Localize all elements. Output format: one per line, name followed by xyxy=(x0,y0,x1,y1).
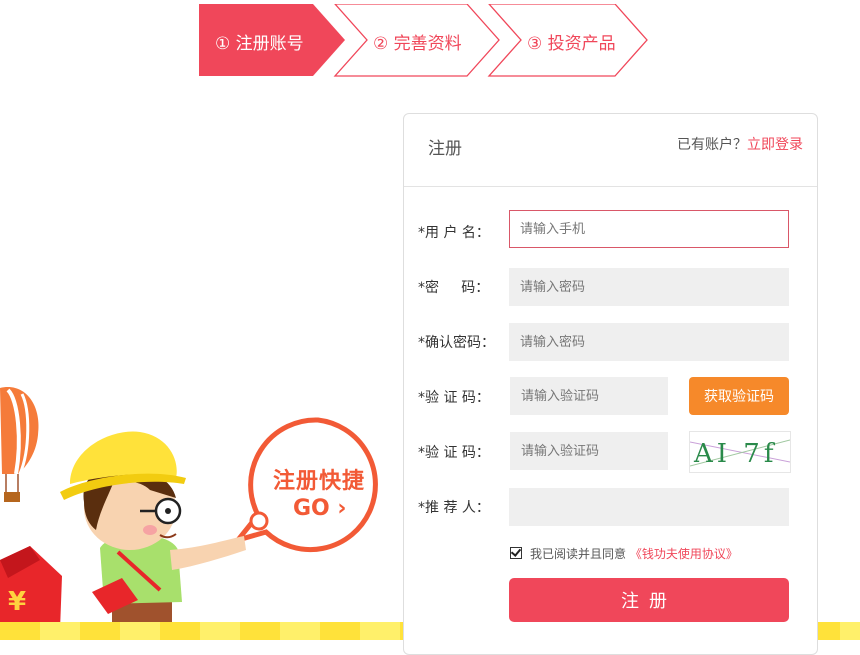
image-code-input[interactable] xyxy=(510,432,668,470)
agreement-row: 我已阅读并且同意 《钱功夫使用协议》 xyxy=(510,545,738,562)
hot-air-balloon-icon xyxy=(0,387,39,502)
has-account-text: 已有账户？ xyxy=(677,137,747,153)
referrer-input[interactable] xyxy=(509,488,789,526)
confirm-password-label: *确认密码： xyxy=(418,335,495,351)
step-progress-bar: ① 注册账号 ② 完善资料 ③ 投资产品 xyxy=(199,4,659,78)
promo-bubble-title: 注册快捷 xyxy=(273,469,366,494)
login-link[interactable]: 立即登录 xyxy=(747,137,803,153)
image-code-label: *验 证 码： xyxy=(418,445,490,461)
cartoon-boy-icon xyxy=(60,431,246,640)
step-1-register-account: ① 注册账号 xyxy=(215,34,304,54)
login-hint: 已有账户？立即登录 xyxy=(677,134,803,154)
promo-bubble-go: GO › xyxy=(293,496,347,521)
panel-title: 注册 xyxy=(428,139,462,159)
agree-text: 我已阅读并且同意 xyxy=(530,547,627,561)
register-submit-button[interactable]: 注册 xyxy=(509,578,789,622)
sms-code-input[interactable] xyxy=(510,377,668,415)
sms-code-label: *验 证 码： xyxy=(418,390,490,406)
svg-text:¥: ¥ xyxy=(8,587,26,617)
username-input[interactable] xyxy=(509,210,789,248)
password-input[interactable] xyxy=(509,268,789,306)
register-panel: 注册 已有账户？立即登录 *用 户 名： *密 码： *确认密码： *验 证 码… xyxy=(403,113,818,655)
protocol-link[interactable]: 《钱功夫使用协议》 xyxy=(630,547,738,561)
step-3-invest-product: ③ 投资产品 xyxy=(527,34,616,54)
confirm-password-input[interactable] xyxy=(509,323,789,361)
panel-header: 注册 已有账户？立即登录 xyxy=(404,114,817,187)
referrer-label: *推 荐 人： xyxy=(418,500,490,516)
captcha-noise-graphic: AI 7f xyxy=(690,439,790,469)
get-sms-code-button[interactable]: 获取验证码 xyxy=(689,377,789,415)
username-label: *用 户 名： xyxy=(418,225,490,241)
password-label: *密 码： xyxy=(418,280,490,296)
step-2-complete-profile: ② 完善资料 xyxy=(373,34,462,54)
cartoon-illustration: ¥ xyxy=(0,387,378,640)
agree-checkbox[interactable] xyxy=(510,547,522,559)
captcha-text: AI 7f xyxy=(693,439,777,469)
captcha-image[interactable]: AI 7f xyxy=(689,431,791,473)
red-gift-bag-icon: ¥ xyxy=(0,546,62,630)
